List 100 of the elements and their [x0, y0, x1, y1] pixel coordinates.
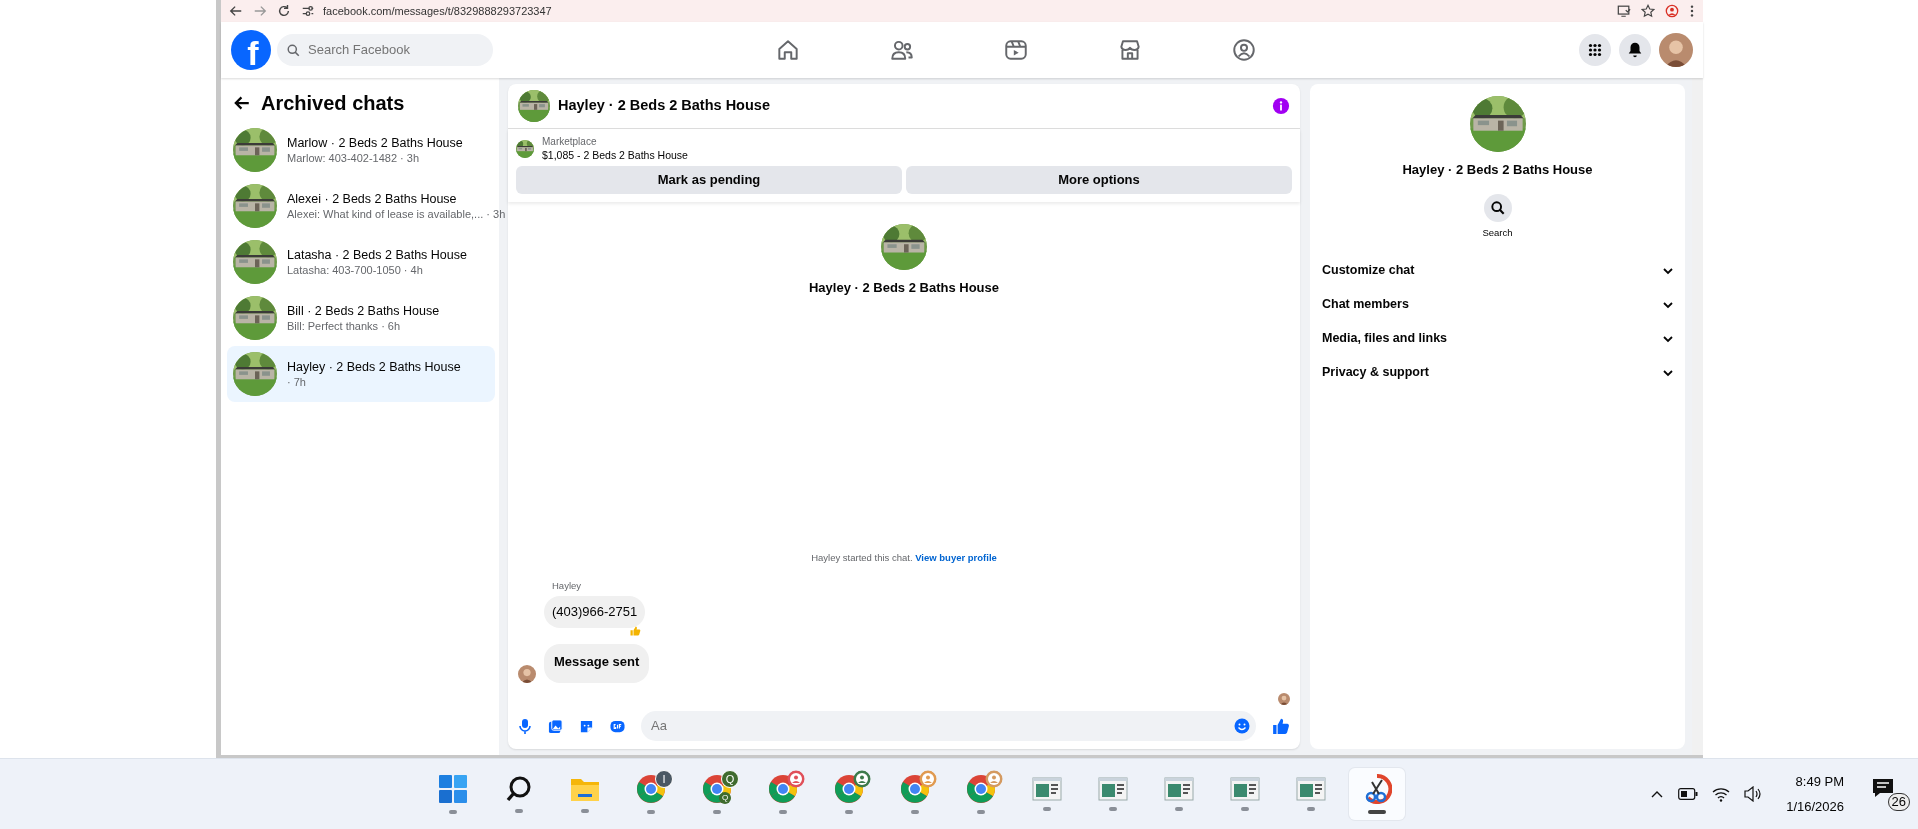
- listing-source: Marketplace: [542, 135, 598, 148]
- sticker-icon[interactable]: [579, 718, 594, 734]
- taskbar-app[interactable]: Q Q: [689, 768, 746, 820]
- chevron-icon: [1663, 367, 1673, 378]
- avatar: [518, 665, 536, 683]
- search-input[interactable]: Search Facebook: [306, 39, 466, 61]
- chat-preview: Bill: Perfect thanks · 6h: [287, 319, 402, 333]
- menu-icon[interactable]: [1689, 4, 1695, 18]
- message-bubble: (403)966-2751: [544, 596, 646, 628]
- search-icon: [1490, 200, 1505, 215]
- action-button[interactable]: Mark as pending: [516, 166, 902, 194]
- chat-item[interactable]: Marlow · 2 Beds 2 Baths House Marlow: 403-402-1482 · 3h: [227, 122, 495, 178]
- seen-avatar: [1278, 693, 1290, 705]
- chat-preview: Alexei: What kind of lease is available,... · 3h: [287, 207, 506, 221]
- profile-icon[interactable]: [1665, 4, 1679, 18]
- notifications-button[interactable]: [1619, 34, 1651, 66]
- running-indicator: [647, 810, 656, 814]
- running-indicator: [1307, 807, 1316, 811]
- window-icon: [1032, 777, 1063, 801]
- panel-title: Archived chats: [261, 91, 405, 116]
- profile-badge: Q: [721, 770, 740, 788]
- chat-name: Hayley · 2 Beds 2 Baths House: [287, 359, 461, 375]
- clock-time[interactable]: 8:49 PM: [1795, 771, 1844, 791]
- chat-item[interactable]: Hayley · 2 Beds 2 Baths House · 7h: [227, 346, 495, 402]
- gif-icon[interactable]: [610, 718, 625, 734]
- section-toggle[interactable]: Privacy & support: [1310, 355, 1685, 390]
- running-indicator: [581, 809, 590, 813]
- chat-title: Hayley · 2 Beds 2 Baths House: [558, 96, 771, 116]
- window-icon: [1098, 777, 1129, 801]
- section-toggle[interactable]: Media, files and links: [1310, 321, 1685, 356]
- info-icon[interactable]: [1272, 97, 1290, 115]
- speaker-icon[interactable]: [1744, 786, 1763, 802]
- start-icon: [438, 774, 469, 804]
- running-indicator: [1175, 807, 1184, 811]
- section-toggle[interactable]: Chat members: [1310, 287, 1685, 322]
- running-indicator: [515, 809, 524, 813]
- like-icon[interactable]: [1272, 717, 1290, 735]
- chat-intro-name: Hayley · 2 Beds 2 Baths House: [809, 279, 999, 297]
- window-icon: [1164, 777, 1195, 801]
- running-indicator: [911, 810, 920, 814]
- search-icon: [287, 43, 300, 57]
- running-indicator: [845, 810, 854, 814]
- running-indicator: [1109, 807, 1118, 811]
- chat-item[interactable]: Latasha · 2 Beds 2 Baths House Latasha: 403-700-1050 · 4h: [227, 234, 495, 290]
- chat-item[interactable]: Bill · 2 Beds 2 Baths House Bill: Perfect thanks · 6h: [227, 290, 495, 346]
- search-button[interactable]: [1483, 193, 1512, 222]
- running-indicator: [1043, 807, 1052, 811]
- site-settings-icon[interactable]: [301, 4, 315, 18]
- chat-name: Marlow · 2 Beds 2 Baths House: [287, 135, 463, 151]
- chat-name: Alexei · 2 Beds 2 Baths House: [287, 191, 458, 207]
- video-icon[interactable]: [1003, 37, 1029, 63]
- chat-name: Bill · 2 Beds 2 Baths House: [287, 303, 440, 319]
- home-icon[interactable]: [775, 37, 801, 63]
- profile-name: Hayley · 2 Beds 2 Baths House: [1402, 161, 1593, 179]
- back-arrow-icon[interactable]: [233, 94, 251, 112]
- notification-count: 26: [1887, 793, 1910, 811]
- running-indicator: [1368, 810, 1387, 814]
- message-input[interactable]: Aa: [649, 715, 1234, 737]
- clock-date[interactable]: 1/16/2026: [1786, 797, 1844, 817]
- battery-icon[interactable]: [1678, 788, 1699, 800]
- groups-icon[interactable]: [1231, 37, 1257, 63]
- bell-icon: [1626, 41, 1644, 59]
- microphone-icon[interactable]: [518, 718, 532, 734]
- chevron-icon: [1663, 299, 1673, 310]
- chat-notice: Hayley started this chat. View buyer profile: [810, 550, 998, 565]
- back-icon[interactable]: [229, 4, 243, 18]
- profile-badge: I: [655, 770, 674, 788]
- wifi-icon[interactable]: [1712, 786, 1731, 802]
- chat-preview: Marlow: 403-402-1482 · 3h: [287, 151, 421, 165]
- sender-name: Hayley: [552, 578, 583, 593]
- chat-preview: Latasha: 403-700-1050 · 4h: [287, 263, 424, 277]
- taskbar-app[interactable]: [1349, 768, 1406, 820]
- message-bubble: Message sent: [544, 643, 650, 683]
- running-indicator: [449, 810, 458, 814]
- star-icon[interactable]: [1641, 4, 1655, 18]
- install-icon[interactable]: [1617, 4, 1631, 18]
- scrollbar[interactable]: [1692, 78, 1703, 755]
- listing-title[interactable]: $1,085 - 2 Beds 2 Baths House: [542, 148, 688, 162]
- logo[interactable]: f: [231, 30, 271, 70]
- window-icon: [1230, 777, 1261, 801]
- taskbar-app[interactable]: I: [623, 768, 680, 820]
- section-toggle[interactable]: Customize chat: [1310, 253, 1685, 288]
- photo-icon[interactable]: [548, 718, 563, 734]
- notification-icon[interactable]: [1872, 777, 1894, 798]
- url-text[interactable]: facebook.com/messages/t/8329888293723347: [323, 2, 552, 20]
- avatar[interactable]: [1659, 33, 1693, 67]
- action-button[interactable]: More options: [906, 166, 1292, 194]
- chevron-icon: [1663, 265, 1673, 276]
- chat-preview: · 7h: [287, 375, 307, 389]
- search-field[interactable]: Search Facebook: [277, 34, 493, 66]
- grid-icon: [1586, 41, 1604, 59]
- store-icon[interactable]: [1117, 37, 1143, 63]
- running-indicator: [1241, 807, 1250, 811]
- profile-link[interactable]: View buyer profile: [915, 551, 997, 563]
- chevron-icon: [1663, 333, 1673, 344]
- message-field[interactable]: Aa: [641, 711, 1256, 741]
- search-label: Search: [1482, 225, 1513, 240]
- reload-icon[interactable]: [277, 4, 291, 18]
- emoji-icon[interactable]: [1234, 718, 1250, 734]
- apps-menu-button[interactable]: [1579, 34, 1611, 66]
